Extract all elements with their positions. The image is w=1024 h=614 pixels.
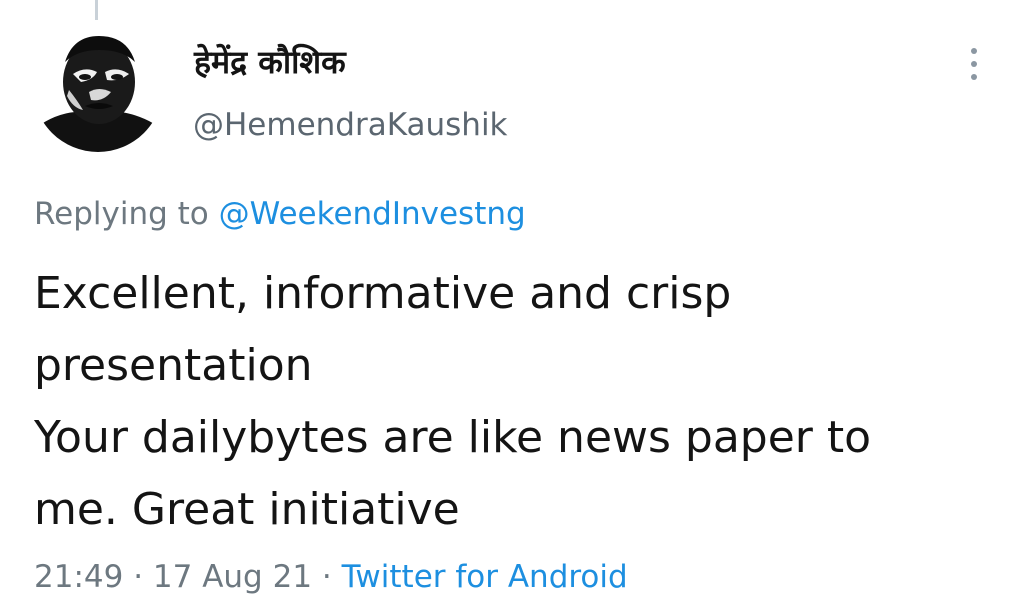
tweet-text-line: presentation <box>34 340 313 391</box>
author-display-name[interactable]: हेमेंद्र कौशिक <box>194 40 346 84</box>
meta-separator: · <box>312 559 342 595</box>
tweet-time: 21:49 <box>34 559 124 595</box>
tweet-text-line: Excellent, informative and crisp <box>34 268 732 319</box>
reply-mention-link[interactable]: @WeekendInvestng <box>219 196 526 232</box>
tweet-text: Excellent, informative and crisp present… <box>34 258 994 546</box>
thread-connector-line <box>95 0 98 20</box>
tweet-date: 17 Aug 21 <box>152 559 313 595</box>
avatar-image <box>33 22 163 152</box>
reply-context: Replying to @WeekendInvestng <box>34 193 526 235</box>
meta-separator: · <box>123 559 153 595</box>
reply-prefix: Replying to <box>34 196 219 232</box>
avatar[interactable] <box>33 22 163 152</box>
tweet-text-line: me. Great initiative <box>34 484 460 535</box>
more-vertical-icon[interactable] <box>955 44 991 84</box>
tweet-text-line: Your dailybytes are like news paper to <box>34 412 872 463</box>
author-handle[interactable]: @HemendraKaushik <box>193 104 508 146</box>
tweet-metadata: 21:49 · 17 Aug 21 · Twitter for Android <box>34 556 628 598</box>
tweet-source-link[interactable]: Twitter for Android <box>342 559 628 595</box>
